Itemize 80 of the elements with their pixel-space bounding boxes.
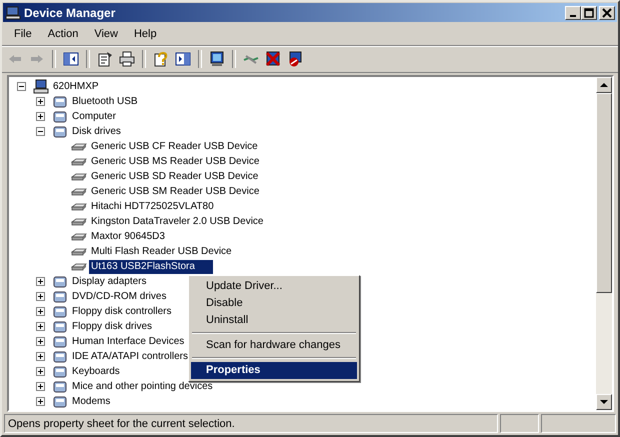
device-icon	[52, 94, 68, 110]
scroll-down-button[interactable]	[596, 394, 612, 410]
expand-icon[interactable]	[36, 307, 45, 316]
up-arrow-icon	[600, 81, 608, 89]
uninstall-icon[interactable]	[264, 50, 282, 68]
context-menu-item[interactable]: Uninstall	[191, 312, 357, 329]
expand-icon[interactable]	[36, 112, 45, 121]
status-panel	[500, 414, 539, 433]
tree-item[interactable]: Hitachi HDT725025VLAT80	[89, 200, 216, 214]
tree-item[interactable]: Kingston DataTraveler 2.0 USB Device	[89, 214, 266, 228]
device-icon	[52, 274, 68, 290]
tree-item[interactable]: 620HMXP	[51, 80, 101, 94]
context-menu-item[interactable]: Disable	[191, 295, 357, 312]
expand-icon[interactable]	[36, 277, 45, 286]
tree-item[interactable]: Generic USB SM Reader USB Device	[89, 184, 262, 198]
context-menu-item[interactable]: Properties	[191, 362, 357, 379]
computer-icon	[33, 78, 49, 94]
menu-item[interactable]: View	[86, 28, 126, 40]
tree-item[interactable]: Computer	[70, 110, 118, 124]
maximize-button[interactable]	[581, 6, 597, 20]
tree-item[interactable]: Floppy disk drives	[70, 320, 154, 334]
expand-icon[interactable]	[36, 292, 45, 301]
tree-item[interactable]: Display adapters	[70, 274, 148, 288]
device-icon	[52, 124, 68, 140]
tree-item[interactable]: Modems	[70, 394, 112, 408]
device-icon	[52, 394, 68, 410]
panel-icon[interactable]	[62, 50, 80, 68]
expand-icon[interactable]	[36, 97, 45, 106]
collapse-icon[interactable]	[17, 82, 26, 91]
device-icon	[52, 304, 68, 320]
scrollbar[interactable]	[596, 77, 612, 410]
tree-item[interactable]: Mice and other pointing devices	[70, 380, 215, 394]
collapse-icon[interactable]	[36, 127, 45, 136]
device-icon	[52, 318, 68, 334]
window-title: Device Manager	[24, 6, 116, 20]
help-icon[interactable]	[152, 50, 170, 68]
minimize-button[interactable]	[565, 6, 581, 20]
tree-item[interactable]: IDE ATA/ATAPI controllers	[70, 350, 190, 364]
panel-icon[interactable]	[174, 50, 192, 68]
menu-item[interactable]: File	[6, 28, 40, 40]
tree-item[interactable]: Keyboards	[70, 364, 122, 378]
expand-icon[interactable]	[36, 322, 45, 331]
tree-item[interactable]: Disk drives	[70, 124, 123, 138]
expand-icon[interactable]	[36, 367, 45, 376]
tree-item[interactable]: Human Interface Devices	[70, 334, 186, 348]
printer-icon[interactable]	[118, 50, 136, 68]
minimize-icon	[570, 14, 576, 16]
expand-icon[interactable]	[36, 337, 45, 346]
monitor-icon[interactable]	[208, 50, 226, 68]
context-menu-item[interactable]: Update Driver...	[191, 278, 357, 295]
status-text: Opens property sheet for the current selection.	[4, 414, 498, 433]
device-icon	[52, 348, 68, 364]
tree-item[interactable]: Multi Flash Reader USB Device	[89, 244, 234, 258]
device-icon	[52, 364, 68, 380]
close-icon	[602, 8, 612, 18]
device-icon	[52, 378, 68, 394]
tree-item[interactable]: DVD/CD-ROM drives	[70, 290, 168, 304]
tree-item[interactable]: Generic USB CF Reader USB Device	[89, 140, 260, 154]
device-icon	[52, 288, 68, 304]
context-menu-item[interactable]: Scan for hardware changes	[191, 337, 357, 354]
tree-item[interactable]: Ut163 USB2FlashStora	[89, 260, 213, 274]
tree-item[interactable]: Generic USB MS Reader USB Device	[89, 154, 262, 168]
maximize-icon	[584, 8, 594, 18]
computer-icon	[5, 4, 21, 20]
tree-item[interactable]: Floppy disk controllers	[70, 304, 174, 318]
scrollbar-thumb[interactable]	[596, 93, 612, 293]
tree-item[interactable]: Bluetooth USB	[70, 94, 140, 108]
menu-item[interactable]: Action	[40, 28, 86, 40]
tree-item[interactable]: Generic USB SD Reader USB Device	[89, 170, 260, 184]
scroll-up-button[interactable]	[596, 77, 612, 93]
menu-item[interactable]: Help	[126, 28, 165, 40]
expand-icon[interactable]	[36, 382, 45, 391]
down-arrow-icon	[600, 398, 608, 406]
close-button[interactable]	[599, 6, 615, 20]
expand-icon[interactable]	[36, 352, 45, 361]
device-icon	[52, 334, 68, 350]
device-icon	[52, 108, 68, 124]
expand-icon[interactable]	[36, 397, 45, 406]
tree-item[interactable]: Maxtor 90645D3	[89, 230, 167, 244]
properties-icon[interactable]	[96, 50, 114, 68]
